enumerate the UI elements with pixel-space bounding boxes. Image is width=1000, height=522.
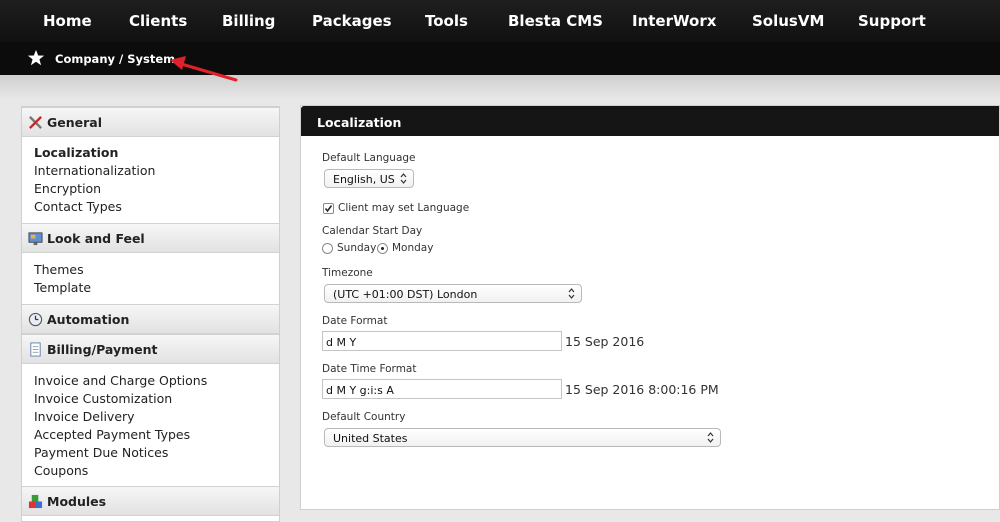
- sidebar-section-label: Modules: [47, 494, 107, 509]
- annotation-arrow-icon: [170, 56, 238, 82]
- breadcrumb-bar: Company / System: [0, 42, 1000, 75]
- nav-clients[interactable]: Clients: [129, 12, 187, 30]
- timezone-value: (UTC +01:00 DST) London: [333, 288, 478, 301]
- sidebar-section-automation[interactable]: Automation: [22, 304, 279, 334]
- sidebar-section-label: Look and Feel: [47, 231, 145, 246]
- sidebar-section-general[interactable]: General: [22, 107, 279, 137]
- nav-packages[interactable]: Packages: [312, 12, 392, 30]
- datetime-format-input[interactable]: d M Y g:i:s A: [322, 379, 562, 399]
- date-format-input[interactable]: d M Y: [322, 331, 562, 351]
- radio-monday-label: Monday: [392, 242, 434, 254]
- sidebar-item-invoice-charge-options[interactable]: Invoice and Charge Options: [34, 373, 207, 388]
- datetime-format-preview: 15 Sep 2016 8:00:16 PM: [565, 382, 719, 397]
- nav-home[interactable]: Home: [43, 12, 92, 30]
- tools-icon: [29, 116, 42, 129]
- monitor-icon: [28, 232, 43, 246]
- radio-monday[interactable]: [377, 243, 388, 254]
- nav-billing[interactable]: Billing: [222, 12, 275, 30]
- settings-sidebar: General Localization Internationalizatio…: [21, 106, 280, 522]
- sidebar-item-coupons[interactable]: Coupons: [34, 463, 88, 478]
- page-divider: [0, 75, 1000, 100]
- sidebar-item-localization[interactable]: Localization: [34, 145, 118, 160]
- sidebar-item-accepted-payment-types[interactable]: Accepted Payment Types: [34, 427, 190, 442]
- radio-sunday[interactable]: [322, 243, 333, 254]
- select-arrows-icon: [707, 432, 714, 443]
- nav-tools[interactable]: Tools: [425, 12, 468, 30]
- sidebar-item-encryption[interactable]: Encryption: [34, 181, 101, 196]
- date-format-preview: 15 Sep 2016: [565, 334, 645, 349]
- nav-solusvm[interactable]: SolusVM: [752, 12, 824, 30]
- sidebar-section-label: Billing/Payment: [47, 342, 158, 357]
- modules-icon: [28, 494, 43, 509]
- sidebar-item-invoice-customization[interactable]: Invoice Customization: [34, 391, 172, 406]
- datetime-format-value: d M Y g:i:s A: [326, 384, 394, 397]
- default-language-select[interactable]: English, US: [324, 169, 414, 188]
- datetime-format-label: Date Time Format: [322, 363, 417, 375]
- sidebar-section-label: Automation: [47, 312, 130, 327]
- clock-icon: [28, 312, 43, 327]
- panel-header: Localization: [301, 106, 999, 136]
- sidebar-section-billing-payment[interactable]: Billing/Payment: [22, 334, 279, 364]
- sidebar-section-label: General: [47, 115, 102, 130]
- date-format-label: Date Format: [322, 315, 388, 327]
- default-language-value: English, US: [333, 173, 395, 186]
- nav-interworx[interactable]: InterWorx: [632, 12, 716, 30]
- panel-title: Localization: [317, 115, 402, 130]
- localization-panel: Localization Default Language English, U…: [300, 105, 1000, 510]
- date-format-value: d M Y: [326, 336, 357, 349]
- sidebar-item-payment-due-notices[interactable]: Payment Due Notices: [34, 445, 168, 460]
- default-country-value: United States: [333, 432, 408, 445]
- sidebar-item-themes[interactable]: Themes: [34, 262, 84, 277]
- select-arrows-icon: [400, 173, 407, 184]
- nav-support[interactable]: Support: [858, 12, 926, 30]
- sidebar-section-look-and-feel[interactable]: Look and Feel: [22, 223, 279, 253]
- sidebar-item-contact-types[interactable]: Contact Types: [34, 199, 122, 214]
- sidebar-item-internationalization[interactable]: Internationalization: [34, 163, 155, 178]
- client-language-checkbox[interactable]: [323, 203, 334, 214]
- timezone-select[interactable]: (UTC +01:00 DST) London: [324, 284, 582, 303]
- client-language-label: Client may set Language: [338, 202, 470, 214]
- default-country-select[interactable]: United States: [324, 428, 721, 447]
- top-navigation: Home Clients Billing Packages Tools Bles…: [0, 0, 1000, 42]
- sidebar-item-template[interactable]: Template: [34, 280, 91, 295]
- default-language-label: Default Language: [322, 152, 416, 164]
- nav-blesta-cms[interactable]: Blesta CMS: [508, 12, 603, 30]
- star-icon[interactable]: [27, 49, 45, 67]
- sidebar-item-invoice-delivery[interactable]: Invoice Delivery: [34, 409, 135, 424]
- document-icon: [30, 342, 41, 357]
- checkmark-icon: [324, 205, 333, 213]
- timezone-label: Timezone: [322, 267, 373, 279]
- breadcrumb[interactable]: Company / System: [55, 52, 175, 66]
- calendar-start-label: Calendar Start Day: [322, 225, 423, 237]
- select-arrows-icon: [568, 288, 575, 299]
- radio-sunday-label: Sunday: [337, 242, 377, 254]
- sidebar-section-modules[interactable]: Modules: [22, 486, 279, 516]
- default-country-label: Default Country: [322, 411, 406, 423]
